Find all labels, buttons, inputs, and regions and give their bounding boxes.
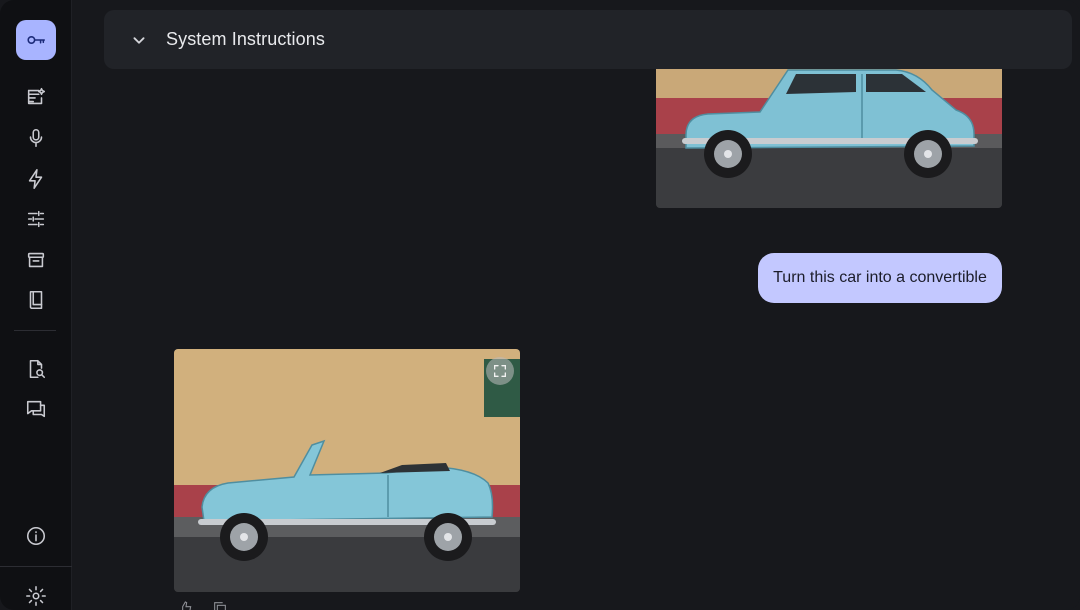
image-actions: [178, 600, 228, 610]
sidebar-item-document-search[interactable]: [16, 349, 56, 389]
sidebar-item-feedback[interactable]: [16, 389, 56, 429]
microphone-icon: [29, 128, 43, 148]
tune-icon: [27, 210, 45, 228]
settings-icon: [26, 586, 46, 606]
sidebar-item-info[interactable]: [16, 516, 56, 556]
sidebar-item-library[interactable]: [16, 240, 56, 280]
sidebar-item-build[interactable]: [16, 159, 56, 199]
sidebar-divider: [14, 330, 56, 331]
document-search-icon: [29, 359, 46, 379]
system-instructions-toggle[interactable]: System Instructions: [104, 10, 1072, 69]
sidebar-item-api-key[interactable]: [16, 20, 56, 60]
chevron-down-icon: [133, 36, 145, 44]
info-icon: [26, 526, 46, 546]
archive-icon: [27, 252, 45, 268]
bolt-icon: [28, 169, 43, 189]
user-message-bubble: Turn this car into a convertible: [758, 253, 1002, 303]
sidebar-item-stream[interactable]: [16, 118, 56, 158]
thumbs-up-icon[interactable]: [178, 600, 194, 610]
chat-icon: [26, 400, 46, 418]
sidebar-item-docs[interactable]: [16, 280, 56, 320]
new-chat-icon: [27, 87, 46, 105]
book-icon: [29, 290, 43, 310]
system-instructions-title: System Instructions: [166, 29, 325, 49]
fullscreen-button[interactable]: [486, 357, 514, 385]
sidebar-divider-bottom: [0, 566, 72, 567]
sidebar-item-new-chat[interactable]: [16, 77, 56, 117]
generated-car-image[interactable]: [174, 349, 520, 592]
key-icon: [27, 36, 46, 44]
sidebar-item-settings[interactable]: [16, 576, 56, 610]
app-window: System Instructions Turn this car into a…: [0, 0, 1080, 610]
fullscreen-icon: [494, 365, 506, 377]
copy-icon[interactable]: [212, 600, 228, 610]
sidebar: [0, 0, 72, 610]
sidebar-item-tune[interactable]: [16, 199, 56, 239]
